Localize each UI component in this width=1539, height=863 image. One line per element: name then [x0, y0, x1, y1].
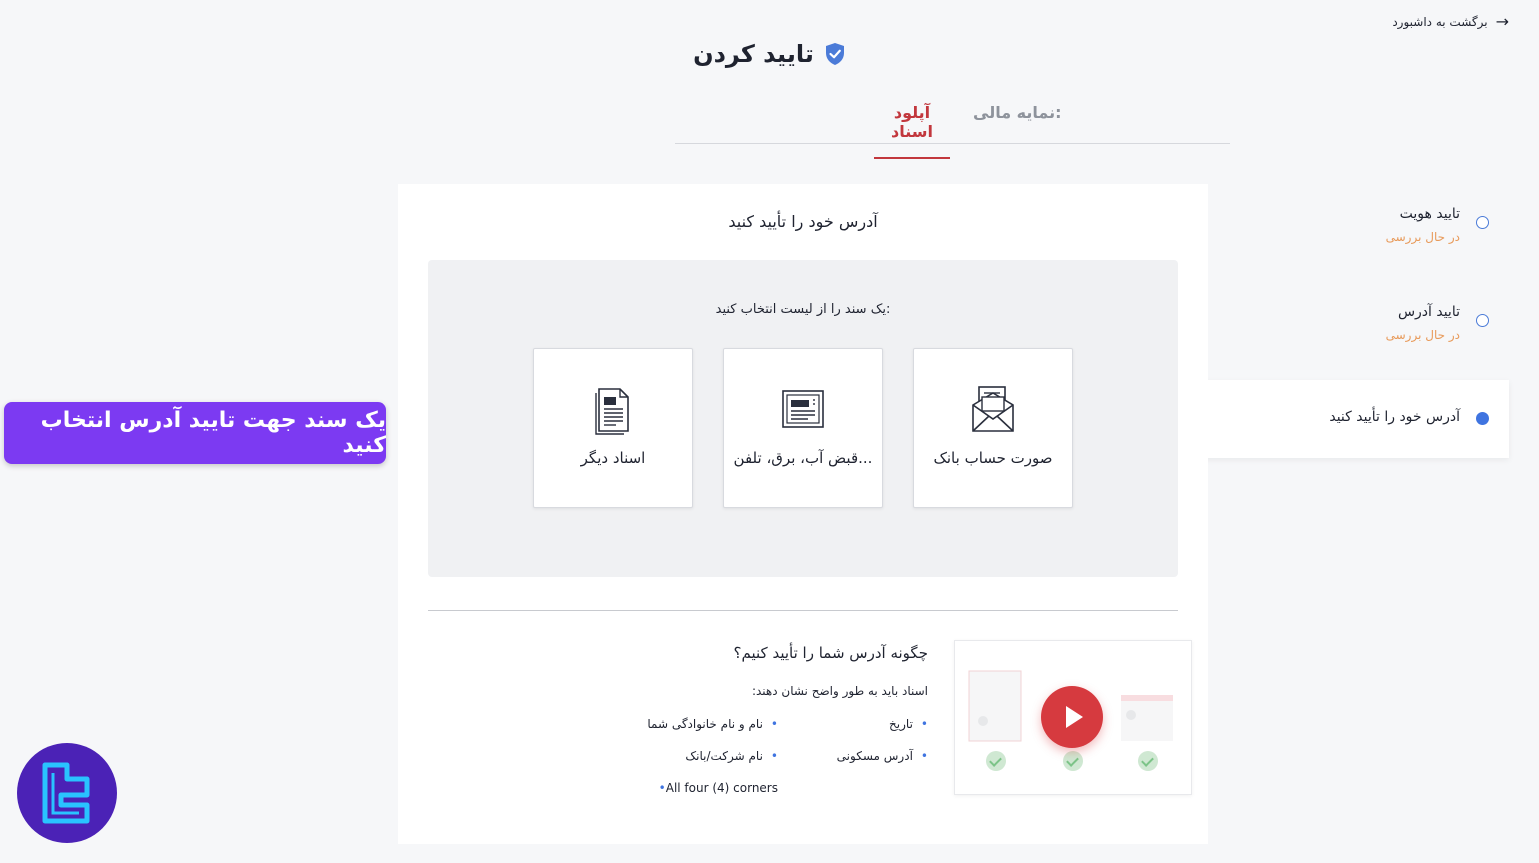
how-to-verify-subtitle: اسناد باید به طور واضح نشان دهند:: [751, 684, 928, 698]
requirement-date: تاریخ: [889, 717, 928, 731]
document-select-panel: یک سند را از لیست انتخاب کنید: صورت حساب…: [428, 260, 1178, 577]
tab-financial-profile[interactable]: نمایه مالی:: [973, 103, 1062, 122]
step-radio-icon: [1476, 216, 1489, 229]
how-to-video-thumbnail[interactable]: [954, 640, 1192, 795]
doc-option-label: قبض آب، برق، تلفن...: [733, 449, 873, 467]
select-prompt: یک سند را از لیست انتخاب کنید:: [715, 302, 891, 317]
play-button[interactable]: [1041, 686, 1103, 748]
verification-card: آدرس خود را تأیید کنید یک سند را از لیست…: [398, 184, 1208, 844]
shield-check-icon: [825, 43, 844, 65]
back-label: برگشت به داشبورد: [1392, 15, 1488, 29]
step-status: در حال بررسی: [1385, 230, 1460, 244]
document-icon: [595, 388, 629, 435]
bill-icon: [782, 390, 824, 428]
requirement-corners-text: All four (4) corners: [665, 781, 778, 795]
envelope-icon: [972, 386, 1014, 432]
logo-mark-icon: [42, 762, 90, 824]
step-radio-active-icon: [1476, 412, 1489, 425]
doc-option-label: اسناد دیگر: [580, 449, 646, 467]
step-identity[interactable]: تایید هویت در حال بررسی: [1209, 194, 1509, 254]
requirement-company: نام شرکت/بانک: [685, 749, 778, 763]
doc-option-label: صورت حساب بانک: [933, 449, 1053, 467]
requirement-address: آدرس مسکونی: [837, 749, 928, 763]
instruction-banner: یک سند جهت تایید آدرس انتخاب کنید: [4, 402, 386, 464]
divider: [428, 610, 1178, 611]
step-address[interactable]: تایید آدرس در حال بررسی: [1209, 292, 1509, 352]
back-to-dashboard-link[interactable]: → برگشت به داشبورد: [1392, 14, 1509, 30]
tab-bar: آپلود اسناد نمایه مالی:: [675, 95, 1230, 159]
brand-logo: [17, 743, 117, 843]
card-title: آدرس خود را تأیید کنید: [728, 212, 878, 231]
check-icon: [1138, 751, 1158, 771]
page-title: تایید کردن: [0, 40, 1539, 68]
step-label: آدرس خود را تأیید کنید: [1329, 409, 1460, 425]
step-status: در حال بررسی: [1385, 328, 1460, 342]
step-label: تایید هویت: [1399, 206, 1460, 222]
requirement-corners: All four (4) corners: [651, 781, 778, 795]
check-icon: [1063, 751, 1083, 771]
how-to-verify-title: چگونه آدرس شما را تأیید کنیم؟: [733, 644, 928, 662]
doc-option-bank-statement[interactable]: صورت حساب بانک: [913, 348, 1073, 508]
step-label: تایید آدرس: [1397, 304, 1460, 320]
arrow-right-icon: →: [1495, 12, 1509, 31]
requirement-full-name: نام و نام خانوادگی شما: [647, 717, 778, 731]
doc-option-utility-bill[interactable]: قبض آب، برق، تلفن...: [723, 348, 883, 508]
page-title-text: تایید کردن: [693, 40, 814, 68]
tab-upload-documents[interactable]: آپلود اسناد: [874, 103, 950, 159]
check-icon: [986, 751, 1006, 771]
step-radio-icon: [1476, 314, 1489, 327]
step-verify-address-active[interactable]: آدرس خود را تأیید کنید: [1179, 380, 1509, 458]
doc-option-other-documents[interactable]: اسناد دیگر: [533, 348, 693, 508]
